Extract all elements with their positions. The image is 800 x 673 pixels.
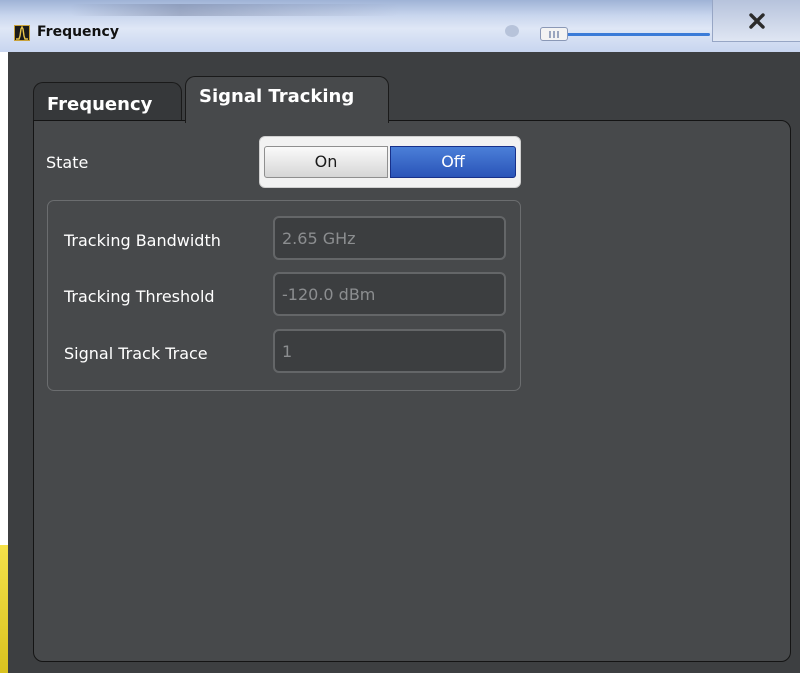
transparency-slider-handle[interactable]: [540, 27, 568, 41]
tab-signal-tracking-label: Signal Tracking: [199, 86, 355, 107]
title-bar-background-text: [70, 4, 400, 16]
tracking-bandwidth-input[interactable]: 2.65 GHz: [273, 216, 506, 260]
transparency-slider-track[interactable]: [555, 33, 710, 36]
tab-signal-tracking[interactable]: Signal Tracking: [185, 76, 389, 123]
window-title: Frequency: [37, 24, 119, 40]
state-on-button[interactable]: On: [264, 146, 388, 178]
signal-tracking-panel: State On Off Tracking Bandwidth 2.65 GHz…: [33, 120, 791, 662]
close-x-icon: [749, 13, 765, 29]
spectrum-icon: [14, 25, 30, 41]
tracking-settings-group: Tracking Bandwidth 2.65 GHz Tracking Thr…: [47, 200, 521, 391]
decorative-dot: [505, 25, 519, 37]
tab-frequency-label: Frequency: [47, 94, 153, 115]
state-toggle: On Off: [259, 136, 521, 188]
state-label: State: [46, 153, 89, 172]
accent-strip: [0, 545, 8, 673]
tab-frequency[interactable]: Frequency: [33, 82, 182, 120]
tracking-threshold-label: Tracking Threshold: [64, 287, 215, 306]
signal-track-trace-label: Signal Track Trace: [64, 344, 208, 363]
signal-track-trace-input[interactable]: 1: [273, 329, 506, 373]
tracking-bandwidth-label: Tracking Bandwidth: [64, 231, 221, 250]
close-button[interactable]: [712, 0, 800, 42]
state-off-button[interactable]: Off: [390, 146, 516, 178]
tracking-threshold-input[interactable]: -120.0 dBm: [273, 272, 506, 316]
title-bar: Frequency: [0, 0, 800, 52]
dialog-body: Frequency Signal Tracking State On Off T…: [8, 52, 800, 673]
